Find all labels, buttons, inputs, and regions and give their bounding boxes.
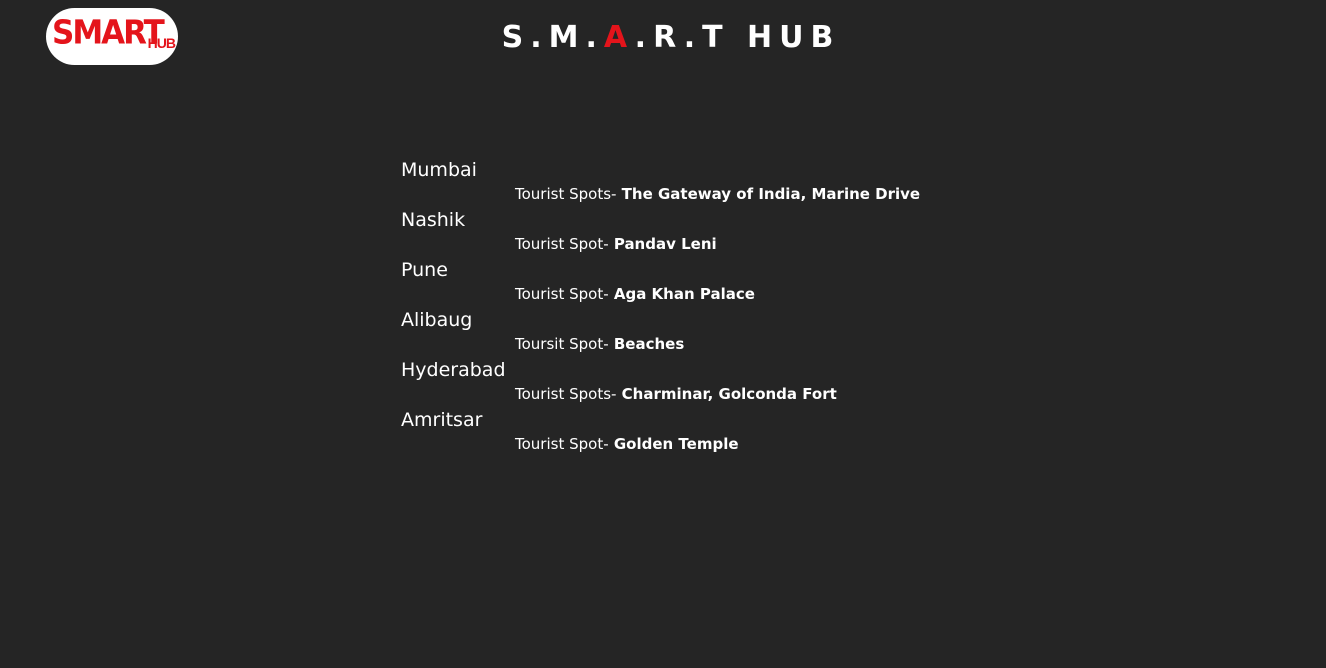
spot-value: The Gateway of India, Marine Drive	[616, 185, 921, 203]
page: SMART HUB S.M.A.R.T HUB Mumbai Tourist S…	[0, 0, 1326, 668]
title-accent-letter: A	[603, 20, 635, 55]
spot-label: Tourist Spot-	[515, 435, 609, 453]
city-item-mumbai: Mumbai Tourist Spots- The Gateway of Ind…	[401, 154, 1101, 204]
spot-value: Charminar, Golconda Fort	[616, 385, 837, 403]
city-name: Nashik	[401, 209, 466, 231]
city-name: Hyderabad	[401, 359, 506, 381]
city-name: Pune	[401, 259, 448, 281]
spot-value: Aga Khan Palace	[608, 285, 755, 303]
title-part-1: S.M.	[501, 20, 604, 55]
spot-label: Toursit Spot-	[515, 335, 609, 353]
spot-label: Tourist Spot-	[515, 285, 609, 303]
city-item-hyderabad: Hyderabad Tourist Spots- Charminar, Golc…	[401, 354, 1101, 404]
tourist-spot-line: Tourist Spots- Charminar, Golconda Fort	[515, 384, 837, 404]
spot-value: Beaches	[608, 335, 685, 353]
spot-label: Tourist Spots-	[515, 385, 617, 403]
tourist-spot-line: Tourist Spot- Pandav Leni	[515, 234, 717, 254]
city-name: Amritsar	[401, 409, 483, 431]
city-item-alibaug: Alibaug Toursit Spot- Beaches	[401, 304, 1101, 354]
tourist-spot-line: Tourist Spots- The Gateway of India, Mar…	[515, 184, 920, 204]
city-item-nashik: Nashik Tourist Spot- Pandav Leni	[401, 204, 1101, 254]
tourist-spot-line: Tourist Spot- Golden Temple	[515, 434, 739, 454]
tourist-spot-line: Tourist Spot- Aga Khan Palace	[515, 284, 755, 304]
city-name: Alibaug	[401, 309, 473, 331]
spot-label: Tourist Spots-	[515, 185, 617, 203]
city-name: Mumbai	[401, 159, 477, 181]
spot-value: Golden Temple	[608, 435, 739, 453]
spot-label: Tourist Spot-	[515, 235, 609, 253]
spot-value: Pandav Leni	[608, 235, 717, 253]
city-item-amritsar: Amritsar Tourist Spot- Golden Temple	[401, 404, 1101, 454]
site-title: S.M.A.R.T HUB	[0, 20, 1326, 56]
city-item-pune: Pune Tourist Spot- Aga Khan Palace	[401, 254, 1101, 304]
city-list: Mumbai Tourist Spots- The Gateway of Ind…	[401, 154, 1101, 454]
title-part-2: .R.T HUB	[634, 20, 841, 55]
tourist-spot-line: Toursit Spot- Beaches	[515, 334, 684, 354]
